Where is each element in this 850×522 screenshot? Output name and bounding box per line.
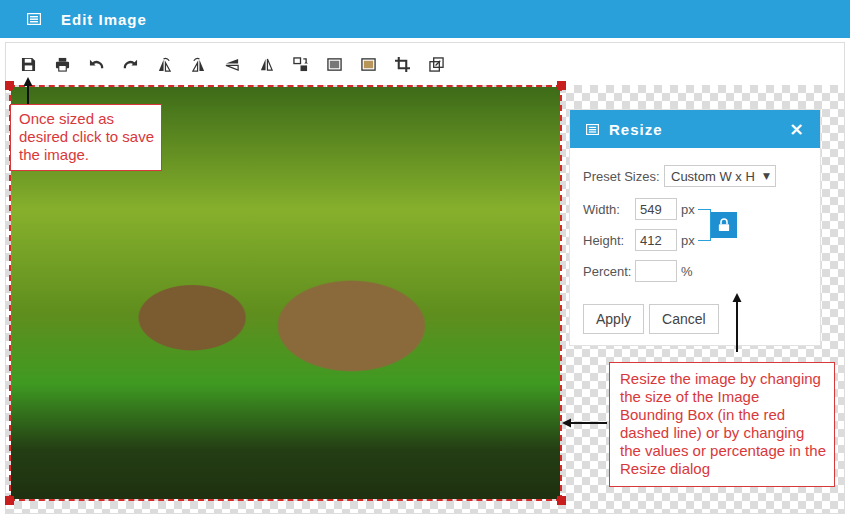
dialog-title: Resize bbox=[609, 121, 777, 138]
preset-label: Preset Sizes: bbox=[583, 169, 664, 184]
resize-handle[interactable] bbox=[557, 496, 566, 505]
unit-label: % bbox=[681, 264, 693, 279]
save-callout: Once sized as desired click to save the … bbox=[10, 104, 162, 171]
grayscale-button[interactable] bbox=[326, 56, 342, 72]
resize-callout: Resize the image by changing the size of… bbox=[609, 362, 835, 487]
percent-input[interactable] bbox=[635, 260, 677, 282]
flip-right-icon bbox=[191, 57, 206, 72]
resize-button[interactable] bbox=[428, 56, 444, 72]
print-icon bbox=[55, 57, 70, 72]
flip-vertical-icon bbox=[225, 57, 240, 72]
crop-button[interactable] bbox=[394, 56, 410, 72]
sepia-icon bbox=[361, 57, 376, 72]
resize-handle[interactable] bbox=[557, 81, 566, 90]
percent-row: Percent: % bbox=[583, 260, 808, 282]
replace-icon bbox=[293, 57, 308, 72]
preset-row: Preset Sizes: Custom W x H ▼ bbox=[583, 165, 808, 187]
undo-button[interactable] bbox=[88, 56, 104, 72]
resize-handle[interactable] bbox=[5, 81, 14, 90]
save-button[interactable] bbox=[20, 56, 36, 72]
size-input[interactable] bbox=[635, 229, 677, 251]
redo-button[interactable] bbox=[122, 56, 138, 72]
unit-label: px bbox=[681, 233, 695, 248]
rotate-right-icon bbox=[123, 57, 138, 72]
flip-left-icon bbox=[157, 57, 172, 72]
lock-closed-icon bbox=[718, 218, 730, 232]
save-icon bbox=[21, 57, 36, 72]
field-label: Height: bbox=[583, 233, 635, 248]
flip-horizontal-button[interactable] bbox=[258, 56, 274, 72]
dropdown-arrow: ▼ bbox=[763, 171, 770, 181]
grayscale-icon bbox=[327, 57, 342, 72]
window-title: Edit Image bbox=[61, 11, 147, 28]
resize-icon bbox=[429, 57, 444, 72]
size-row: Width: px bbox=[583, 198, 695, 220]
title-bar: Edit Image bbox=[0, 0, 850, 38]
link-bracket bbox=[698, 209, 711, 241]
arrow-icon bbox=[24, 77, 33, 104]
dialog-body: Preset Sizes: Custom W x H ▼ Width: pxHe… bbox=[570, 148, 820, 345]
preset-value: Custom W x H bbox=[671, 169, 755, 184]
flip-vertical-button[interactable] bbox=[224, 56, 240, 72]
print-button[interactable] bbox=[54, 56, 70, 72]
toolbar bbox=[6, 43, 844, 85]
size-group: Width: pxHeight: px bbox=[583, 198, 808, 251]
field-label: Width: bbox=[583, 202, 635, 217]
unit-label: px bbox=[681, 202, 695, 217]
percent-label: Percent: bbox=[583, 264, 635, 279]
aspect-lock-button[interactable] bbox=[711, 212, 737, 238]
dialog-buttons: ApplyCancel bbox=[583, 304, 808, 334]
size-input[interactable] bbox=[635, 198, 677, 220]
crop-icon bbox=[395, 57, 410, 72]
dialog-button[interactable]: Apply bbox=[583, 304, 644, 334]
edit-image-window: Edit Image Resize × Preset Sizes: Custom… bbox=[0, 0, 850, 522]
resize-handle[interactable] bbox=[5, 496, 14, 505]
arrow-icon bbox=[562, 419, 607, 428]
preset-select[interactable]: Custom W x H ▼ bbox=[664, 165, 776, 187]
close-button[interactable]: × bbox=[787, 120, 806, 138]
resize-dialog: Resize × Preset Sizes: Custom W x H ▼ Wi… bbox=[570, 110, 820, 345]
flip-right-button[interactable] bbox=[190, 56, 206, 72]
window-icon bbox=[27, 13, 41, 25]
replace-button[interactable] bbox=[292, 56, 308, 72]
size-row: Height: px bbox=[583, 229, 695, 251]
rotate-left-icon bbox=[89, 57, 104, 72]
flip-horizontal-icon bbox=[259, 57, 274, 72]
arrow-icon bbox=[733, 293, 742, 352]
dialog-title-bar: Resize × bbox=[570, 110, 820, 148]
sepia-button[interactable] bbox=[360, 56, 376, 72]
dialog-button[interactable]: Cancel bbox=[649, 304, 719, 334]
flip-left-button[interactable] bbox=[156, 56, 172, 72]
dialog-icon bbox=[586, 124, 599, 135]
